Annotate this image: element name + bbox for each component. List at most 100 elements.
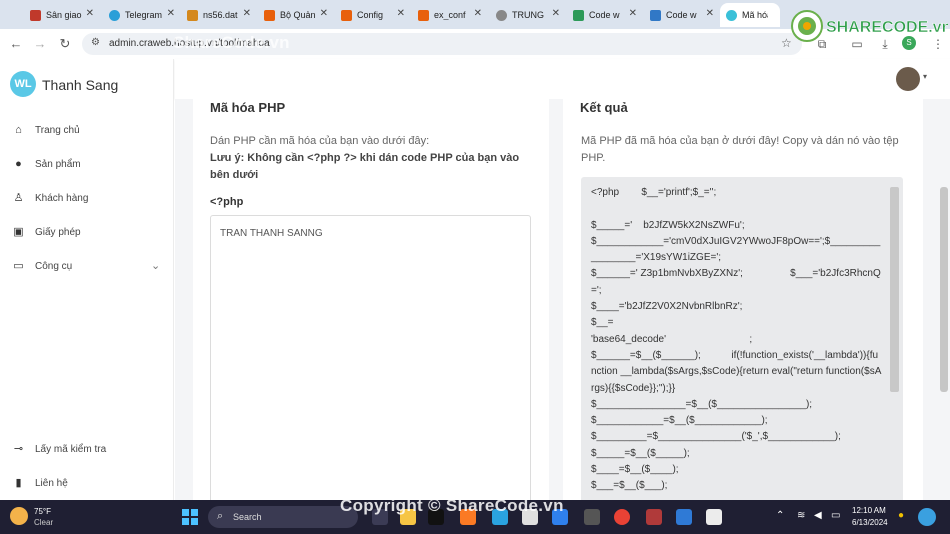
battery-icon[interactable]: ▭ — [831, 510, 840, 521]
sidebar-item-tools[interactable]: ▭ Công cụ ⌄ — [0, 255, 174, 279]
result-title: Kết quả — [580, 100, 628, 115]
clock-time[interactable]: 12:10 AM — [852, 506, 886, 515]
browser-tab[interactable]: Code w ✕ — [644, 3, 720, 27]
weather-condition[interactable]: Clear — [34, 518, 53, 527]
copilot-icon[interactable] — [918, 508, 936, 526]
search-placeholder: Search — [233, 512, 262, 522]
tab-title: Mã hóa — [742, 10, 768, 20]
page-scrollbar[interactable] — [940, 187, 948, 392]
browser-tab[interactable]: Sân giao ✕ — [24, 3, 100, 27]
close-icon[interactable]: ✕ — [86, 8, 94, 19]
chevron-down-icon[interactable]: ⌄ — [151, 259, 160, 272]
browser-tab[interactable]: TRUNG ✕ — [490, 3, 566, 27]
back-arrow-icon[interactable]: ← — [7, 35, 25, 53]
taskbar-search-box[interactable]: ⌕ Search — [208, 506, 358, 528]
tab-favicon-icon — [109, 9, 120, 21]
close-icon[interactable]: ✕ — [629, 8, 637, 19]
wifi-icon[interactable]: ≋ — [797, 510, 805, 521]
result-description: Mã PHP đã mã hóa của bạn ở dưới đây! Cop… — [581, 135, 899, 164]
app-icon[interactable] — [646, 509, 662, 525]
forward-arrow-icon[interactable]: → — [31, 35, 49, 53]
tab-title: ex_conf — [434, 10, 466, 20]
caret-down-icon[interactable]: ▾ — [923, 72, 927, 81]
sidebar: WL Thanh Sang ⌂ Trang chủ ● Sản phẩm ♙ K… — [0, 59, 174, 500]
tab-title: Sân giao — [46, 10, 82, 20]
tab-favicon-icon — [418, 9, 429, 21]
browser-tab[interactable]: ex_conf ✕ — [412, 3, 488, 27]
result-code-output[interactable]: <?php $__='printf';$_=''; $_____=' b2JfZ… — [581, 177, 903, 507]
browser-tab[interactable]: Config ✕ — [335, 3, 411, 27]
product-icon: ● — [15, 158, 22, 170]
browser-tab[interactable]: Bộ Quản ✕ — [258, 3, 334, 27]
result-card: Kết quả Mã PHP đã mã hóa của bạn ở dưới … — [563, 99, 923, 507]
notification-bell-icon[interactable]: ● — [898, 510, 904, 521]
close-icon[interactable]: ✕ — [474, 8, 482, 19]
tab-title: TRUNG — [512, 10, 544, 20]
sharecode-logo-text: SHARECODE.vn — [826, 19, 948, 36]
user-avatar[interactable] — [896, 67, 920, 91]
brand-name[interactable]: Thanh Sang — [42, 77, 118, 93]
brand-logo[interactable]: WL — [10, 71, 36, 97]
tab-favicon-icon — [187, 9, 198, 21]
close-icon[interactable]: ✕ — [706, 8, 714, 19]
app-icon[interactable] — [584, 509, 600, 525]
sidebar-item-products[interactable]: ● Sản phẩm — [0, 153, 174, 177]
sidebar-item-label: Lấy mã kiểm tra — [35, 444, 107, 455]
browser-tab[interactable]: Telegram ✕ — [103, 3, 181, 27]
close-icon[interactable]: ✕ — [552, 8, 560, 19]
sidebar-item-contact[interactable]: ▮ Liên hệ — [0, 472, 174, 496]
windows-start-icon[interactable] — [182, 509, 198, 525]
sidebar-item-label: Công cụ — [35, 261, 73, 272]
php-code-input[interactable]: TRAN THANH SANNG — [210, 215, 531, 505]
browser-tab-active[interactable]: Mã hóa — [720, 3, 780, 27]
browser-tab[interactable]: ns56.dat ✕ — [181, 3, 257, 27]
mail-icon[interactable] — [676, 509, 692, 525]
encode-description: Dán PHP cần mã hóa của bạn vào dưới đây: — [210, 135, 430, 147]
sidebar-item-label: Khách hàng — [35, 193, 89, 204]
search-icon: ⌕ — [217, 510, 224, 522]
close-icon[interactable]: ✕ — [243, 8, 251, 19]
tab-title: ns56.dat — [203, 10, 238, 20]
app-icon[interactable] — [706, 509, 722, 525]
volume-icon[interactable]: ◀ — [814, 510, 822, 521]
result-code-text[interactable]: <?php $__='printf';$_=''; $_____=' b2JfZ… — [591, 185, 883, 495]
sidebar-item-label: Liên hệ — [35, 478, 68, 489]
close-icon[interactable]: ✕ — [397, 8, 405, 19]
code-scrollbar[interactable] — [890, 187, 899, 392]
sidebar-item-home[interactable]: ⌂ Trang chủ — [0, 119, 174, 143]
sidebar-item-label: Sản phẩm — [35, 159, 81, 170]
tab-favicon-icon — [341, 9, 352, 21]
weather-temp[interactable]: 75°F — [34, 507, 51, 516]
main-content: Mã hóa PHP Dán PHP cần mã hóa của bạn và… — [175, 99, 950, 507]
sidebar-item-label: Trang chủ — [35, 125, 80, 136]
tab-title: Code w — [666, 10, 697, 20]
close-icon[interactable]: ✕ — [167, 8, 175, 19]
license-icon: ▣ — [13, 226, 24, 238]
close-icon[interactable]: ✕ — [320, 8, 328, 19]
url-watermark: ShareCode.vn — [173, 33, 290, 52]
browser-tab[interactable]: Code w ✕ — [567, 3, 643, 27]
tab-favicon-icon — [726, 9, 737, 21]
tab-title: Config — [357, 10, 384, 20]
contact-icon: ▮ — [15, 477, 22, 489]
reload-icon[interactable]: ↻ — [56, 35, 74, 53]
tab-title: Code w — [589, 10, 620, 20]
tab-title: Bộ Quản — [280, 10, 316, 20]
site-info-icon[interactable]: ⚙ — [91, 37, 100, 48]
php-open-tag: <?php — [210, 196, 244, 208]
sidebar-item-licenses[interactable]: ▣ Giấy phép — [0, 221, 174, 245]
tab-favicon-icon — [30, 9, 41, 21]
clock-date[interactable]: 6/13/2024 — [852, 518, 888, 527]
tab-favicon-icon — [650, 9, 661, 21]
tab-favicon-icon — [573, 9, 584, 21]
sidebar-item-get-code[interactable]: ⊸ Lấy mã kiểm tra — [0, 438, 174, 462]
tray-chevron-up-icon[interactable]: ⌃ — [776, 510, 784, 521]
sidebar-item-label: Giấy phép — [35, 227, 81, 238]
tab-favicon-icon — [496, 9, 507, 21]
sidebar-item-customers[interactable]: ♙ Khách hàng — [0, 187, 174, 211]
key-icon: ⊸ — [13, 443, 24, 455]
chrome-icon[interactable] — [614, 509, 630, 525]
weather-moon-icon[interactable] — [10, 507, 28, 525]
sharecode-logo: SHARECODE.vn — [791, 10, 948, 42]
app-header: ▾ — [175, 59, 950, 99]
